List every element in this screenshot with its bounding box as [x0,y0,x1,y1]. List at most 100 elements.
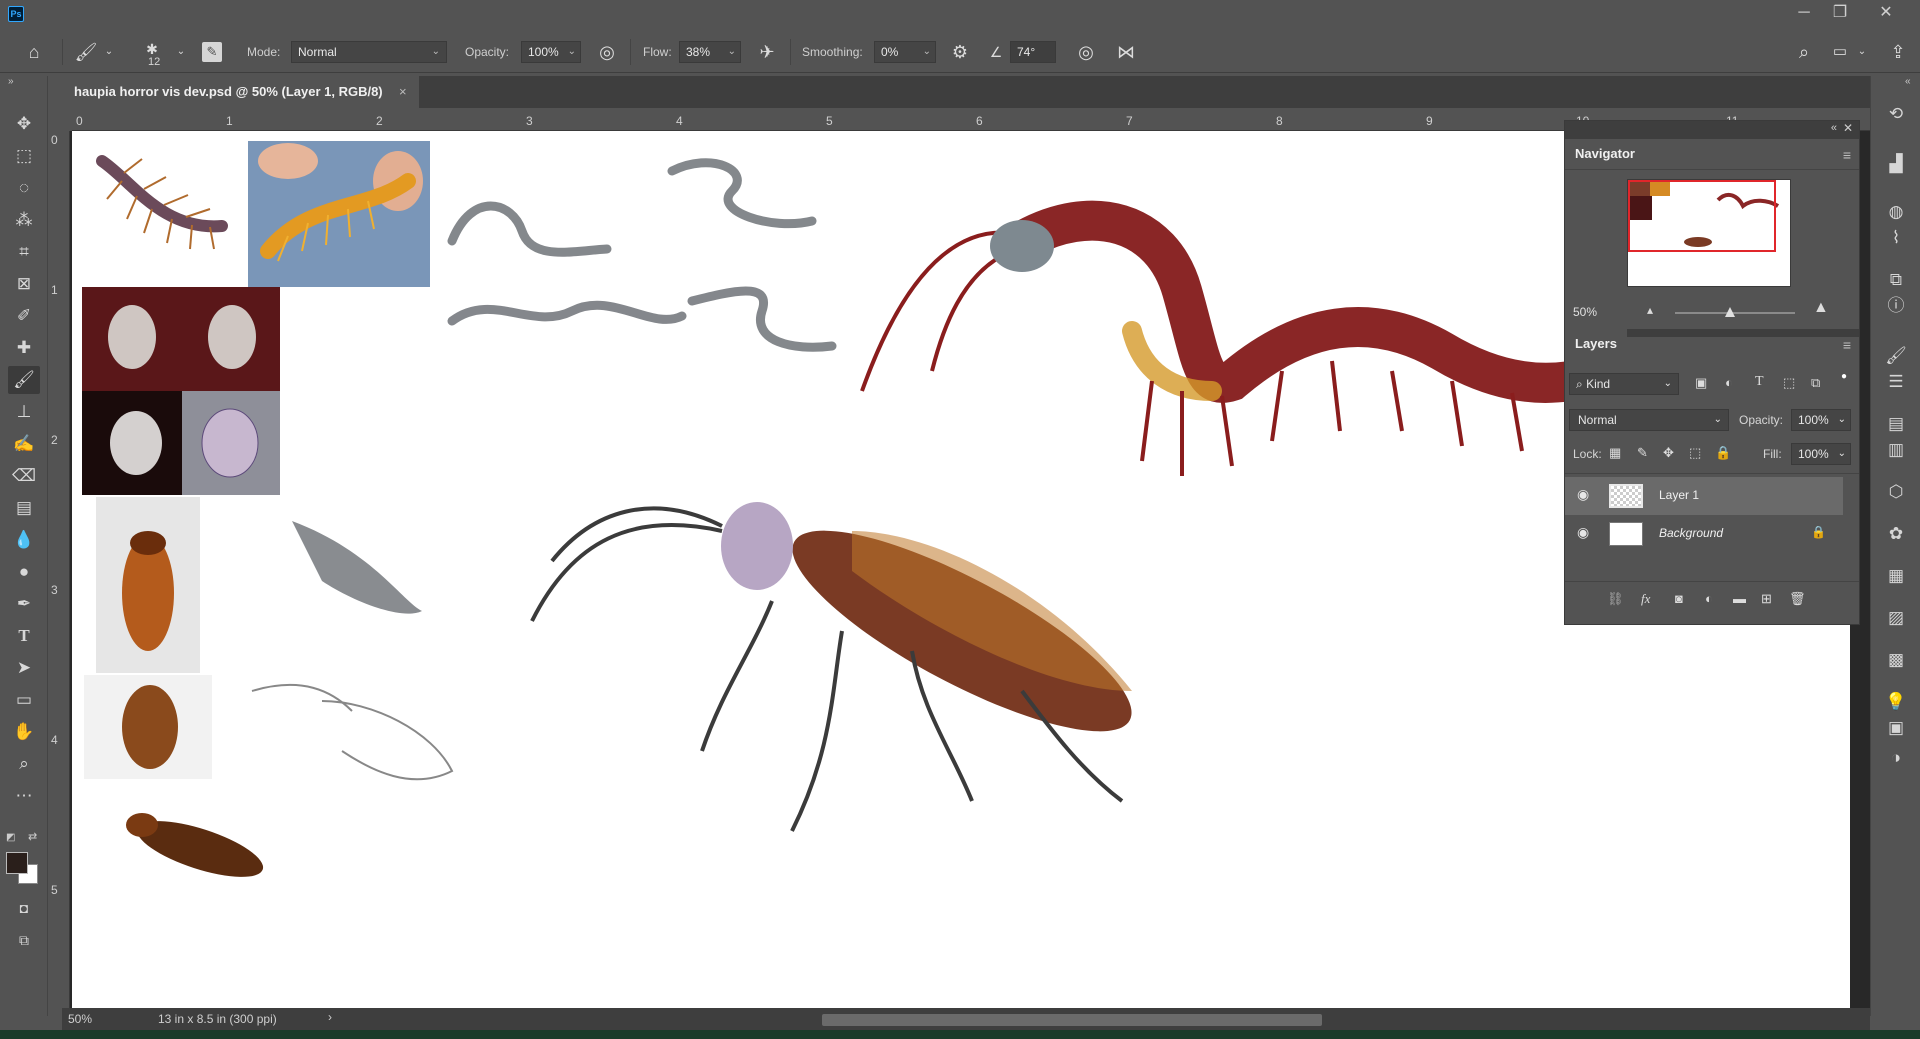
mode-select[interactable]: Normal ⌄ [291,41,447,63]
delete-layer-trash-icon[interactable]: 🗑 [1789,591,1806,607]
healing-brush-tool-icon[interactable]: ✚ [8,334,40,362]
marquee-tool-icon[interactable]: ⬚ [8,142,40,170]
layer-opacity-input[interactable]: 100% ⌄ [1791,409,1851,431]
new-group-folder-icon[interactable]: ▬ [1733,591,1746,606]
swap-colors-icon[interactable]: ⇄ [28,830,37,843]
zoom-out-mountain-icon[interactable]: ▴ [1647,303,1653,317]
navigator-zoom-value[interactable]: 50% [1573,305,1597,319]
eyedropper-tool-icon[interactable]: ✐ [8,302,40,330]
hand-tool-icon[interactable]: ✋ [8,718,40,746]
smoothing-settings-gear-icon[interactable]: ⚙ [948,40,972,64]
flow-input[interactable]: 38% ⌄ [679,41,741,63]
navigator-menu-icon[interactable]: ≡ [1843,147,1851,163]
eraser-tool-icon[interactable]: ⌫ [8,462,40,490]
opacity-input[interactable]: 100% ⌄ [521,41,581,63]
edit-toolbar-icon[interactable]: ⋯ [8,782,40,810]
workspace-caret-icon[interactable]: ⌄ [1856,40,1868,64]
dodge-tool-icon[interactable]: ● [8,558,40,586]
filter-pixel-layers-icon[interactable]: ▣ [1695,375,1707,391]
brush-preset-icon[interactable]: 🖌 [74,40,98,64]
navigator-preview[interactable] [1627,179,1791,287]
lasso-tool-icon[interactable]: ◌ [8,174,40,202]
paths-icon[interactable]: ⌇ [1884,226,1908,250]
history-brush-tool-icon[interactable]: ✍ [8,430,40,458]
layer-name[interactable]: Layer 1 [1659,488,1699,502]
lock-image-pixels-icon[interactable]: ✎ [1637,445,1648,461]
channels-icon[interactable]: ⧉ [1884,268,1908,292]
add-layer-mask-icon[interactable]: ◙ [1675,591,1683,606]
layers-tab[interactable]: Layers [1565,329,1627,359]
frame-tool-icon[interactable]: ⊠ [8,270,40,298]
3d-icon[interactable]: ⬡ [1884,480,1908,504]
home-icon[interactable]: ⌂ [22,40,46,64]
zoom-tool-icon[interactable]: ⌕ [8,750,40,778]
expand-dock-icon[interactable]: « [1905,76,1911,87]
layer-filter-kind-select[interactable]: ⌕ Kind ⌄ [1569,373,1679,395]
airbrush-icon[interactable]: ✈ [755,40,779,64]
patterns-icon[interactable]: ▦ [1884,564,1908,588]
smoothing-input[interactable]: 0% ⌄ [874,41,936,63]
filter-smart-objects-icon[interactable]: ⧉ [1811,375,1820,391]
adjustments-icon[interactable]: ◑ [1884,746,1908,770]
gradients-icon[interactable]: ▨ [1884,606,1908,630]
layer-visibility-eye-icon[interactable]: ◉ [1577,486,1589,503]
default-colors-icon[interactable]: ◩ [6,832,15,843]
navigator-tab[interactable]: Navigator [1565,139,1645,169]
quick-mask-icon[interactable]: ◘ [8,894,40,922]
glyphs-icon[interactable]: ▩ [1884,648,1908,672]
layer-row-layer-1[interactable]: ◉ Layer 1 [1565,477,1843,515]
lock-artboard-icon[interactable]: ⬚ [1689,445,1701,461]
status-zoom-level[interactable]: 50% [68,1012,92,1026]
angle-input[interactable]: 74° [1010,41,1056,63]
lock-all-icon[interactable]: 🔒 [1715,445,1731,461]
new-adjustment-layer-icon[interactable]: ◐ [1705,591,1713,606]
filter-shape-layers-icon[interactable]: ⬚ [1783,375,1795,391]
actions-icon[interactable]: ▣ [1884,716,1908,740]
link-layers-icon[interactable]: ⛓ [1607,591,1624,607]
layers-menu-icon[interactable]: ≡ [1843,337,1851,353]
layer-effects-fx-icon[interactable]: fx [1641,591,1650,607]
brush-panel-toggle-icon[interactable]: ✎ [202,42,222,62]
learn-lightbulb-icon[interactable]: 💡 [1884,690,1908,714]
swatches-icon[interactable]: ✿ [1884,522,1908,546]
filter-adjustment-layers-icon[interactable]: ◐ [1725,375,1733,390]
new-layer-icon[interactable]: ⊞ [1761,591,1772,607]
gradient-tool-icon[interactable]: ▤ [8,494,40,522]
lock-position-icon[interactable]: ✥ [1663,445,1674,461]
share-icon[interactable]: ⇪ [1886,40,1910,64]
clone-stamp-tool-icon[interactable]: ⊥ [8,398,40,426]
screen-mode-icon[interactable]: ⧉ [8,926,40,954]
history-icon[interactable]: ⟲ [1884,102,1908,126]
lock-transparent-pixels-icon[interactable]: ▦ [1609,445,1621,461]
blur-tool-icon[interactable]: 💧 [8,526,40,554]
properties-icon[interactable]: ▥ [1884,438,1908,462]
crop-tool-icon[interactable]: ⌗ [8,238,40,266]
color-icon[interactable]: ◍ [1884,200,1908,224]
vertical-ruler[interactable]: 0 1 2 3 4 5 [48,131,70,1011]
pen-tool-icon[interactable]: ✒ [8,590,40,618]
brush-size-caret-icon[interactable]: ⌄ [174,40,188,64]
close-panel-icon[interactable]: ✕ [1843,121,1853,135]
brush-preset-caret-icon[interactable]: ⌄ [102,40,116,64]
horizontal-scrollbar[interactable] [822,1014,1322,1026]
quick-selection-tool-icon[interactable]: ⁂ [8,206,40,234]
histogram-icon[interactable]: ▟ [1884,152,1908,176]
filter-type-layers-icon[interactable]: T [1755,374,1764,390]
rectangle-tool-icon[interactable]: ▭ [8,686,40,714]
type-tool-icon[interactable]: T [8,622,40,650]
filter-toggle-icon[interactable]: ● [1841,371,1847,382]
move-tool-icon[interactable]: ✥ [8,110,40,138]
foreground-color-swatch[interactable] [6,852,28,874]
brushes-icon[interactable]: 🖌 [1884,344,1908,368]
brush-settings-icon[interactable]: ☰ [1884,370,1908,394]
layer-fill-input[interactable]: 100% ⌄ [1791,443,1851,465]
zoom-in-mountain-icon[interactable]: ▲ [1813,299,1829,317]
layer-visibility-eye-icon[interactable]: ◉ [1577,524,1589,541]
pressure-size-icon[interactable]: ◎ [1074,40,1098,64]
document-tab-close-icon[interactable]: × [399,76,407,108]
collapse-tools-icon[interactable]: » [8,76,14,87]
layer-row-background[interactable]: ◉ Background 🔒 [1565,515,1843,553]
collapse-panel-icon[interactable]: « [1831,122,1837,134]
workspace-icon[interactable]: ▭ [1828,40,1852,64]
close-window-button[interactable]: ✕ [1868,2,1904,26]
